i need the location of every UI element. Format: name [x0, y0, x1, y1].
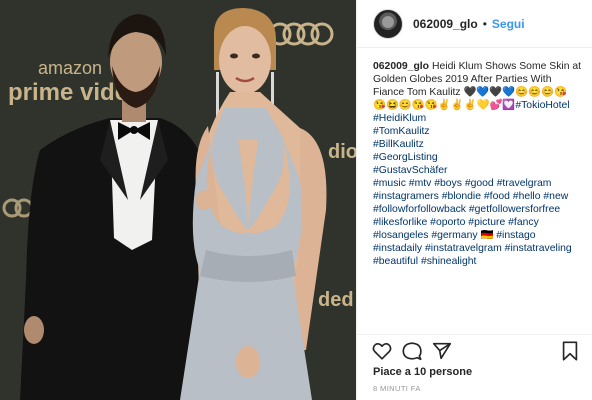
hashtag-line[interactable]: #TomKaulitz	[373, 125, 585, 138]
caption-emoji-line-1: 🖤💙🖤💙😊😊😊😘	[463, 87, 567, 98]
hashtag-line[interactable]: #losangeles #germany 🇩🇪 #instago	[373, 229, 585, 242]
header-separator: •	[482, 16, 487, 31]
hashtag-line[interactable]: #followforfollowback #getfollowersforfre…	[373, 203, 585, 216]
backdrop-amazon-text: amazon	[38, 58, 102, 78]
hashtag-line[interactable]: #HeidiKlum	[373, 112, 585, 125]
share-icon[interactable]	[431, 340, 453, 362]
caption-emoji-line-2: 😘😆😊😘😘✌✌✌💛💕💟	[373, 100, 516, 111]
caption-username[interactable]: 062009_glo	[373, 61, 429, 72]
bookmark-icon[interactable]	[559, 340, 581, 362]
actions-divider	[357, 334, 592, 335]
post-side-panel: 062009_glo • Segui 062009_glo Heidi Klum …	[356, 0, 592, 400]
hashtag-line[interactable]: #GustavSchäfer	[373, 164, 585, 177]
hashtag-list: #HeidiKlum #TomKaulitz #BillKaulitz #GeorgL…	[373, 112, 585, 268]
post-timestamp: 8 MINUTI FA	[373, 384, 421, 393]
post-actions	[371, 340, 581, 364]
hashtag-line[interactable]: #instagramers #blondie #food #hello #new	[373, 190, 585, 203]
backdrop-side-text-2: ded	[318, 289, 354, 311]
header-username[interactable]: 062009_glo	[413, 17, 478, 31]
hashtag-line[interactable]: #beautiful #shinealight	[373, 255, 585, 268]
backdrop-side-text-1: dio	[328, 141, 356, 163]
likes-count[interactable]: Piace a 10 persone	[373, 366, 472, 378]
hashtag-link[interactable]: #TokioHotel	[515, 100, 569, 111]
post-image: amazon prime vide dio ded	[0, 0, 356, 400]
avatar[interactable]	[373, 8, 403, 39]
hashtag-line[interactable]: #instadaily #instatravelgram #instatrave…	[373, 242, 585, 255]
hashtag-line[interactable]: #likesforlike #oporto #picture #fancy	[373, 216, 585, 229]
comment-icon[interactable]	[401, 340, 423, 362]
hashtag-line[interactable]: #BillKaulitz	[373, 138, 585, 151]
post-caption: 062009_glo Heidi Klum Shows Some Skin at …	[373, 60, 585, 268]
backdrop-prime-text: prime vide	[8, 79, 128, 106]
hashtag-line[interactable]: #GeorgListing	[373, 151, 585, 164]
post-header: 062009_glo • Segui	[357, 0, 592, 48]
follow-button[interactable]: Segui	[492, 17, 525, 31]
post-photo[interactable]: amazon prime vide dio ded	[0, 0, 356, 400]
heart-icon[interactable]	[371, 340, 393, 362]
hashtag-line[interactable]: #music #mtv #boys #good #travelgram	[373, 177, 585, 190]
